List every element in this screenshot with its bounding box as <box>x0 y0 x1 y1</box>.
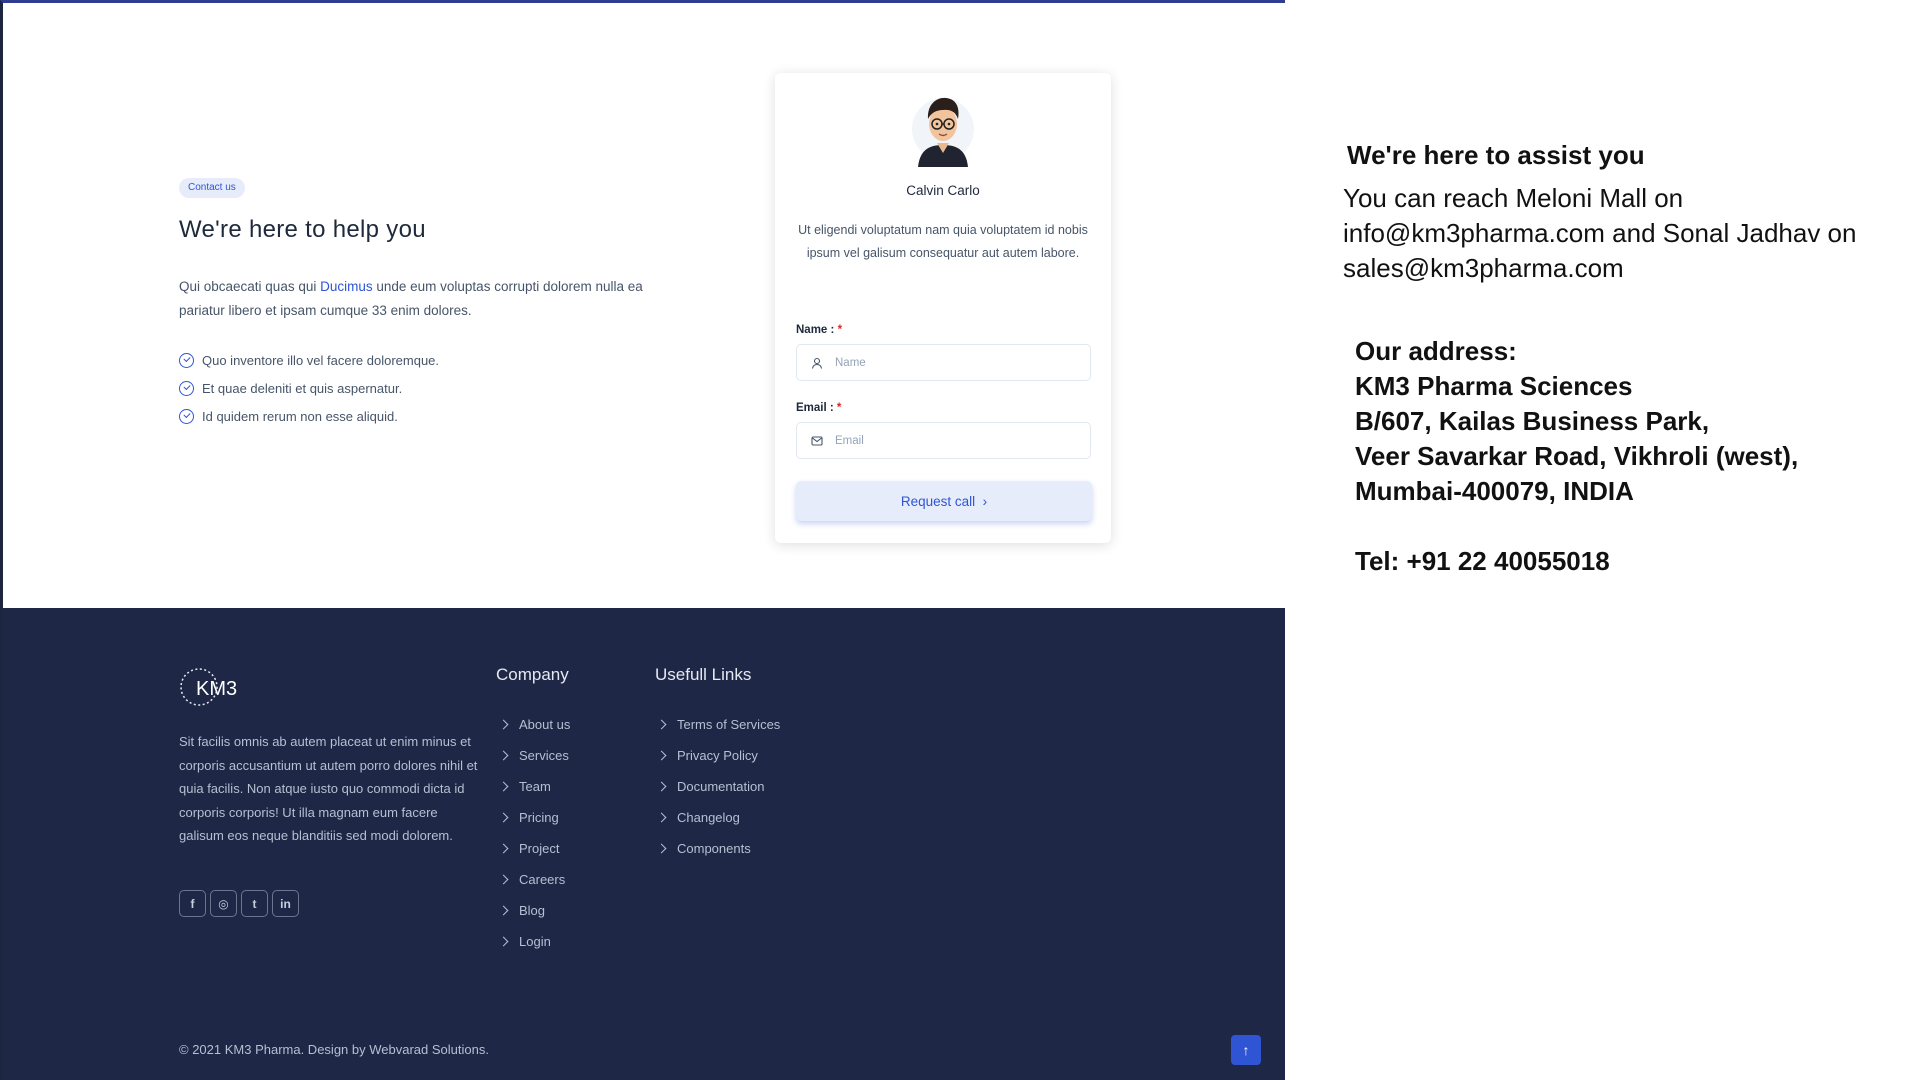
mail-icon <box>811 435 823 446</box>
useful-links: Terms of Services Privacy Policy Documen… <box>656 709 780 864</box>
instagram-icon[interactable]: ◎ <box>210 890 237 917</box>
address-line: B/607, Kailas Business Park, <box>1355 406 1710 436</box>
chevron-right-icon <box>656 750 667 761</box>
contact-title: We're here to help you <box>179 216 426 243</box>
copyright-text: © 2021 KM3 Pharma. Design by Webvarad So… <box>179 1042 489 1057</box>
link-team[interactable]: Team <box>498 771 570 802</box>
assist-line: You can reach Meloni Mall on <box>1343 183 1684 213</box>
svg-text:KM3: KM3 <box>196 678 237 700</box>
address-heading: Our address: <box>1355 336 1517 366</box>
assist-line: sales@km3pharma.com <box>1343 253 1624 283</box>
address-line: KM3 Pharma Sciences <box>1355 371 1633 401</box>
check-item: Quo inventore illo vel facere doloremque… <box>179 346 439 374</box>
request-call-card: Calvin Carlo Ut eligendi voluptatum nam … <box>775 73 1111 543</box>
contact-section: Contact us We're here to help you Qui ob… <box>3 3 1285 608</box>
card-person-name: Calvin Carlo <box>906 183 980 198</box>
check-item: Et quae deleniti et quis aspernatur. <box>179 374 439 402</box>
ducimus-highlight: Ducimus <box>320 279 373 294</box>
link-privacy[interactable]: Privacy Policy <box>656 740 780 771</box>
back-to-top-button[interactable]: ↑ <box>1231 1035 1261 1065</box>
link-components[interactable]: Components <box>656 833 780 864</box>
email-input[interactable] <box>835 434 1065 447</box>
assist-line: info@km3pharma.com and Sonal Jadhav on <box>1343 218 1857 248</box>
arrow-up-icon: ↑ <box>1242 1042 1250 1058</box>
link-terms[interactable]: Terms of Services <box>656 709 780 740</box>
check-circle-icon <box>179 352 194 368</box>
facebook-icon[interactable]: f <box>179 890 206 917</box>
link-blog[interactable]: Blog <box>498 895 570 926</box>
name-field[interactable] <box>796 344 1091 381</box>
contact-description: Qui obcaecati quas qui Ducimus unde eum … <box>179 279 643 318</box>
assist-title: We're here to assist you <box>1347 140 1645 170</box>
useful-links-title: Usefull Links <box>655 665 752 684</box>
website-frame: Contact us We're here to help you Qui ob… <box>0 0 1285 1080</box>
chevron-right-icon <box>498 750 509 761</box>
chevron-right-icon <box>656 781 667 792</box>
chevron-right-icon <box>498 905 509 916</box>
name-input[interactable] <box>835 356 1065 369</box>
email-field[interactable] <box>796 422 1091 459</box>
km3-logo: KM3 <box>180 668 237 706</box>
chevron-right-icon <box>498 781 509 792</box>
link-documentation[interactable]: Documentation <box>656 771 780 802</box>
chevron-right-icon <box>656 843 667 854</box>
company-title: Company <box>496 665 569 684</box>
chevron-right-icon <box>498 843 509 854</box>
link-login[interactable]: Login <box>498 926 570 957</box>
address-line: Mumbai-400079, INDIA <box>1355 476 1634 506</box>
footer-description: Sit facilis omnis ab autem placeat ut en… <box>179 734 478 843</box>
company-links: About us Services Team Pricing Project C… <box>498 709 570 957</box>
avatar <box>912 97 974 167</box>
chevron-right-icon <box>498 936 509 947</box>
twitter-icon[interactable]: t <box>241 890 268 917</box>
telephone: Tel: +91 22 40055018 <box>1355 546 1610 576</box>
email-label: Email : * <box>796 402 842 414</box>
link-careers[interactable]: Careers <box>498 864 570 895</box>
user-icon <box>811 357 823 369</box>
card-description: Ut eligendi voluptatum nam quia voluptat… <box>798 223 1088 260</box>
link-pricing[interactable]: Pricing <box>498 802 570 833</box>
request-call-button[interactable]: Request call › <box>796 481 1092 521</box>
feature-checklist: Quo inventore illo vel facere doloremque… <box>179 346 439 430</box>
name-label: Name : * <box>796 324 843 336</box>
chevron-right-icon <box>498 719 509 730</box>
social-links: f ◎ t in <box>179 890 299 917</box>
chevron-right-icon <box>656 812 667 823</box>
check-circle-icon <box>179 380 194 396</box>
contact-badge: Contact us <box>179 178 245 198</box>
check-item: Id quidem rerum non esse aliquid. <box>179 402 439 430</box>
address-line: Veer Savarkar Road, Vikhroli (west), <box>1355 441 1799 471</box>
link-about-us[interactable]: About us <box>498 709 570 740</box>
chevron-right-icon <box>656 719 667 730</box>
chevron-right-icon <box>498 874 509 885</box>
chevron-right-icon <box>498 812 509 823</box>
footer: KM3 Sit facilis omnis ab autem placeat u… <box>3 608 1285 1080</box>
link-project[interactable]: Project <box>498 833 570 864</box>
link-services[interactable]: Services <box>498 740 570 771</box>
chevron-right-icon: › <box>982 493 988 509</box>
link-changelog[interactable]: Changelog <box>656 802 780 833</box>
linkedin-icon[interactable]: in <box>272 890 299 917</box>
check-circle-icon <box>179 408 194 424</box>
